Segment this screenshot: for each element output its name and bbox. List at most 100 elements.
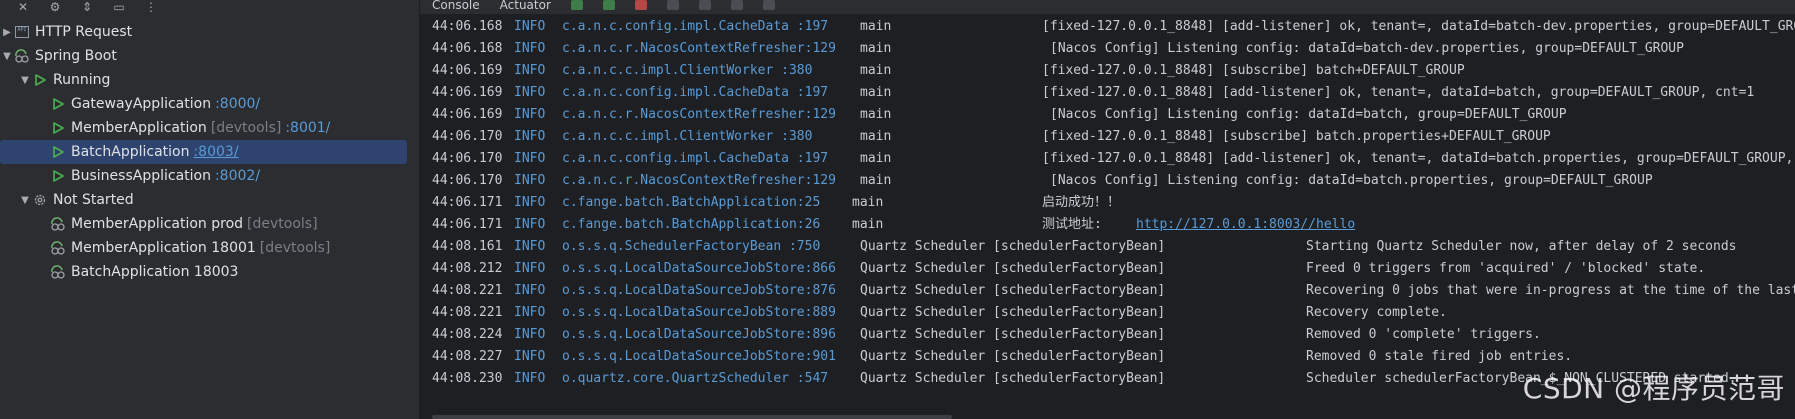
spring-boot-icon [50,216,66,232]
log-level: INFO [514,19,546,34]
log-logger: o.s.s.q.LocalDataSourceJobStore:876 [562,283,836,298]
log-line: 44:06.169 INFO c.a.n.c.r.NacosContextRefre… [432,104,1795,126]
run-icon [50,144,66,160]
expand-icon[interactable]: ⇕ [80,1,94,13]
log-thread: Quartz Scheduler [schedulerFactoryBean] [860,349,1166,364]
log-hyperlink[interactable]: http://127.0.0.1:8003//hello [1136,214,1355,236]
log-thread: main [860,107,892,122]
log-message: [Nacos Config] Listening config: dataId=… [1050,173,1653,188]
port-link[interactable]: :8001/ [285,120,330,136]
settings-icon[interactable]: ⚙ [48,1,62,13]
chevron-down-icon[interactable]: ▼ [0,51,14,62]
horizontal-scrollbar[interactable] [432,415,952,419]
tree-item[interactable]: MemberApplication prod [devtools] [0,212,419,236]
tab-console[interactable]: Console [432,0,480,11]
chevron-right-icon[interactable]: ▶ [0,27,14,38]
tree-item-label: GatewayApplication [71,96,212,112]
log-level: INFO [514,217,546,232]
log-message: [fixed-127.0.0.1_8848] [add-listener] ok… [1042,19,1795,34]
tree-item[interactable]: GatewayApplication:8000/ [0,92,419,116]
log-logger: c.a.n.c.c.impl.ClientWorker :380 [562,63,813,78]
log-logger: c.a.n.c.r.NacosContextRefresher:129 [562,173,836,188]
log-line: 44:08.221 INFO o.s.s.q.LocalDataSourceJobS… [432,302,1795,324]
log-line: 44:08.221 INFO o.s.s.q.LocalDataSourceJobS… [432,280,1795,302]
more-icon[interactable]: ⋮ [144,1,158,13]
log-message: Freed 0 triggers from 'acquired' / 'bloc… [1306,261,1706,276]
spring-boot-icon [14,48,30,64]
chevron-down-icon[interactable]: ▼ [18,75,32,86]
log-thread: main [860,63,892,78]
log-time: 44:08.221 [432,305,503,320]
tree-item[interactable]: ▼ Spring Boot [0,44,419,68]
run-icon [32,72,48,88]
port-link[interactable]: :8003/ [193,144,238,160]
port-link[interactable]: :8002/ [215,168,260,184]
tab-actuator[interactable]: Actuator [500,0,551,11]
log-level: INFO [514,327,546,342]
log-thread: main [860,85,892,100]
devtools-tag: [devtools] [210,120,282,136]
log-time: 44:06.170 [432,129,503,144]
log-thread: main [860,129,892,144]
log-line: 44:06.170 INFO c.a.n.c.config.impl.CacheDa… [432,148,1795,170]
tree-item-label: BatchApplication 18003 [71,264,239,280]
log-line: 44:06.168 INFO c.a.n.c.config.impl.CacheDa… [432,16,1795,38]
tree-item[interactable]: MemberApplication [devtools]:8001/ [0,116,419,140]
chevron-down-icon[interactable]: ▼ [18,195,32,206]
tree-item[interactable]: MemberApplication 18001 [devtools] [0,236,419,260]
log-level: INFO [514,173,546,188]
tree-item[interactable]: BatchApplication:8003/ [0,140,407,164]
services-tree: ▶ API HTTP Request ▼ Spring Boot ▼ Running Gate… [0,20,419,284]
tree-item-label: MemberApplication prod [71,216,244,232]
log-message: 启动成功！！ [1042,195,1121,210]
log-message: [fixed-127.0.0.1_8848] [subscribe] batch… [1042,129,1551,144]
log-message: Removed 0 stale fired job entries. [1306,349,1573,364]
log-message: Removed 0 'complete' triggers. [1306,327,1541,342]
log-logger: c.fange.batch.BatchApplication:25 [562,195,821,210]
log-logger: o.s.s.q.LocalDataSourceJobStore:889 [562,305,836,320]
rerun-icon[interactable] [570,0,583,10]
stop-icon[interactable] [634,0,647,10]
log-time: 44:06.169 [432,85,503,100]
devtools-tag: [devtools] [259,240,331,256]
spring-boot-icon [50,240,66,256]
log-logger: c.fange.batch.BatchApplication:26 [562,217,821,232]
rerun-failed-icon[interactable] [602,0,615,10]
log-time: 44:08.212 [432,261,503,276]
log-line: 44:06.169 INFO c.a.n.c.config.impl.CacheDa… [432,82,1795,104]
log-time: 44:06.168 [432,41,503,56]
log-line: 44:06.171 INFO c.fange.batch.BatchApplicat… [432,192,1795,214]
camera-icon[interactable] [666,0,679,10]
log-logger: c.a.n.c.c.impl.ClientWorker :380 [562,129,813,144]
http-icon: API [14,24,30,40]
log-time: 44:06.171 [432,195,503,210]
tree-item-label: BatchApplication [71,144,190,160]
tree-item-label: MemberApplication 18001 [71,240,256,256]
log-level: INFO [514,261,546,276]
port-link[interactable]: :8000/ [215,96,260,112]
tree-item[interactable]: ▶ API HTTP Request [0,20,419,44]
log-level: INFO [514,239,546,254]
log-line: 44:06.171 INFO c.fange.batch.BatchApplicat… [432,214,1795,236]
log-time: 44:08.224 [432,327,503,342]
log-level: INFO [514,41,546,56]
log-level: INFO [514,129,546,144]
more-icon[interactable] [762,0,775,10]
log-level: INFO [514,371,546,386]
restore-icon[interactable] [730,0,743,10]
log-thread: Quartz Scheduler [schedulerFactoryBean] [860,261,1166,276]
close-icon[interactable]: ✕ [16,1,30,13]
tree-item[interactable]: ▼ Running [0,68,419,92]
log-logger: o.s.s.q.LocalDataSourceJobStore:896 [562,327,836,342]
tree-item[interactable]: BusinessApplication:8002/ [0,164,419,188]
log-logger: o.quartz.core.QuartzScheduler :547 [562,371,829,386]
tree-item-label: Spring Boot [35,48,117,64]
tree-item[interactable]: ▼ Not Started [0,188,419,212]
collapse-icon[interactable]: ▭ [112,1,126,13]
log-time: 44:08.230 [432,371,503,386]
layout-icon[interactable] [698,0,711,10]
log-level: INFO [514,151,546,166]
console-output[interactable]: 44:06.168 INFO c.a.n.c.config.impl.CacheDa… [432,16,1795,419]
log-logger: c.a.n.c.config.impl.CacheData :197 [562,19,829,34]
tree-item[interactable]: BatchApplication 18003 [0,260,419,284]
